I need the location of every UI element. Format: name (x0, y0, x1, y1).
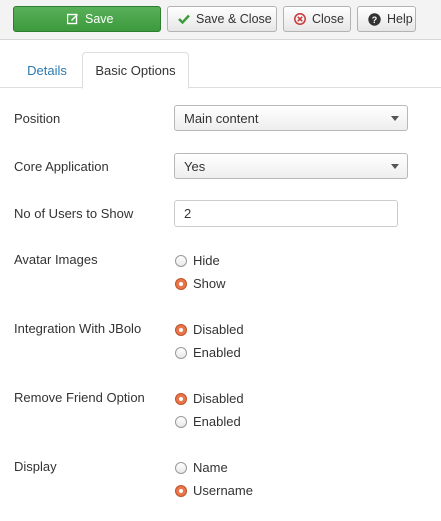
svg-text:?: ? (372, 15, 378, 25)
display-label: Display (14, 459, 57, 474)
radio-on-icon (175, 323, 187, 336)
save-and-close-button[interactable]: Save & Close (167, 6, 277, 32)
users-to-show-input[interactable] (174, 200, 398, 227)
jbolo-enabled-radio[interactable]: Enabled (175, 345, 241, 360)
avatar-images-label: Avatar Images (14, 252, 98, 267)
jbolo-disabled-radio[interactable]: Disabled (175, 322, 244, 337)
close-circle-icon (294, 13, 306, 25)
radio-label: Enabled (193, 345, 241, 360)
chevron-down-icon (391, 116, 399, 121)
radio-label: Username (193, 483, 253, 498)
radio-on-icon (175, 277, 187, 290)
radio-label: Name (193, 460, 228, 475)
radio-off-icon (175, 254, 187, 267)
core-application-select[interactable]: Yes (174, 153, 408, 179)
close-label: Close (312, 12, 344, 26)
radio-label: Show (193, 276, 226, 291)
radio-off-icon (175, 346, 187, 359)
position-value: Main content (184, 110, 259, 126)
radio-label: Disabled (193, 391, 244, 406)
help-label: Help (387, 12, 413, 26)
radio-label: Disabled (193, 322, 244, 337)
avatar-hide-radio[interactable]: Hide (175, 253, 220, 268)
users-to-show-label: No of Users to Show (14, 206, 134, 221)
display-username-radio[interactable]: Username (175, 483, 253, 498)
core-application-label: Core Application (14, 159, 109, 174)
avatar-show-radio[interactable]: Show (175, 276, 226, 291)
radio-label: Hide (193, 253, 220, 268)
tab-bar: Details Basic Options (0, 52, 441, 89)
save-and-close-label: Save & Close (196, 12, 272, 26)
position-select[interactable]: Main content (174, 105, 408, 131)
radio-on-icon (175, 484, 187, 497)
tab-basic-options[interactable]: Basic Options (82, 52, 189, 89)
chevron-down-icon (391, 164, 399, 169)
help-button[interactable]: ? Help (357, 6, 416, 32)
remove-friend-enabled-radio[interactable]: Enabled (175, 414, 241, 429)
close-button[interactable]: Close (283, 6, 351, 32)
check-icon (178, 14, 190, 24)
question-icon: ? (368, 12, 381, 26)
save-button[interactable]: Save (13, 6, 161, 32)
radio-off-icon (175, 415, 187, 428)
radio-on-icon (175, 392, 187, 405)
core-application-value: Yes (184, 158, 206, 174)
remove-friend-label: Remove Friend Option (14, 390, 145, 405)
position-label: Position (14, 111, 61, 126)
toolbar: Save Save & Close Close ? Help (0, 0, 441, 40)
integration-jbolo-label: Integration With JBolo (14, 321, 142, 336)
display-name-radio[interactable]: Name (175, 460, 228, 475)
remove-friend-disabled-radio[interactable]: Disabled (175, 391, 244, 406)
radio-off-icon (175, 461, 187, 474)
edit-icon (67, 13, 79, 25)
save-label: Save (85, 12, 114, 26)
tab-details[interactable]: Details (13, 52, 81, 88)
radio-label: Enabled (193, 414, 241, 429)
